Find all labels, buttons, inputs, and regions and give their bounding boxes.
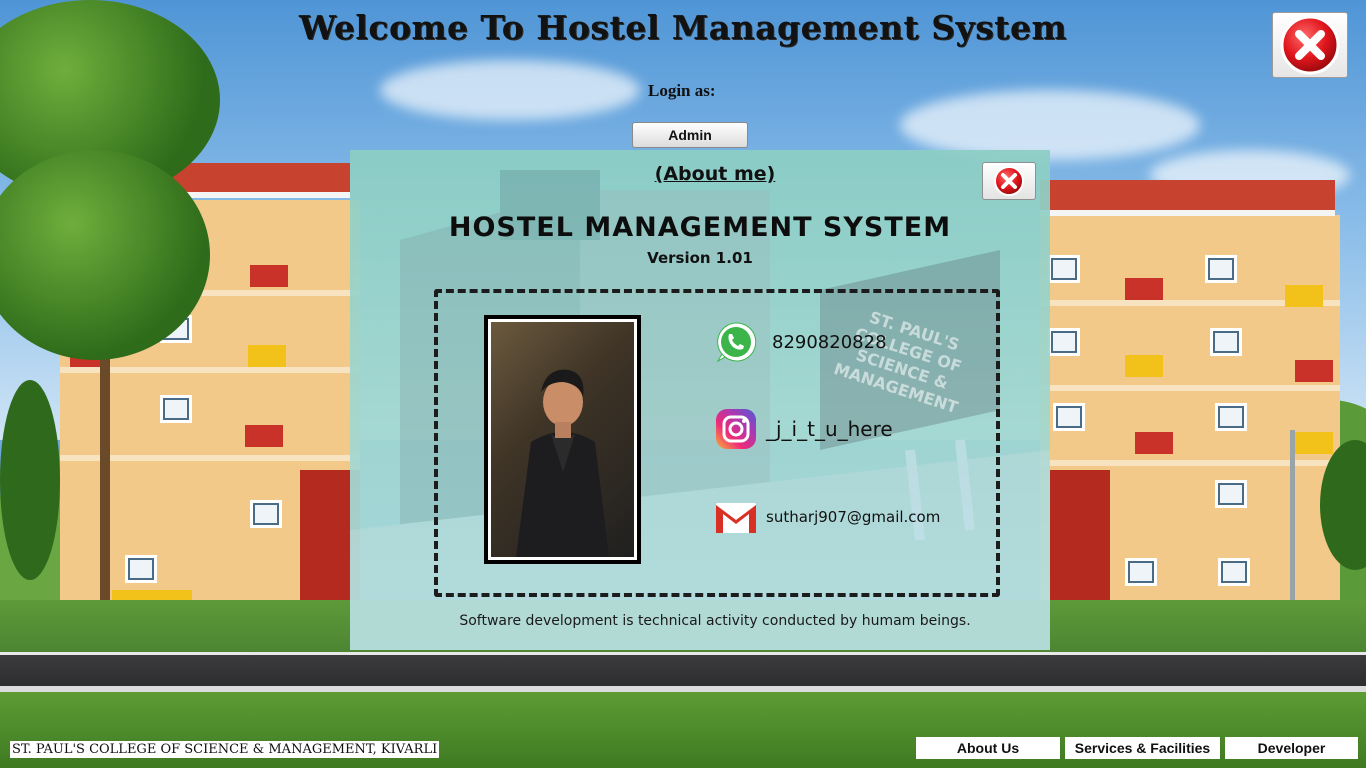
balcony bbox=[1125, 278, 1163, 300]
close-dialog-button[interactable] bbox=[982, 162, 1036, 200]
about-heading: (About me) bbox=[654, 163, 776, 185]
college-name: ST. PAUL'S COLLEGE OF SCIENCE & MANAGEME… bbox=[10, 741, 440, 758]
whatsapp-icon bbox=[716, 322, 757, 363]
window bbox=[250, 500, 282, 528]
window bbox=[1210, 328, 1242, 356]
cloud bbox=[380, 60, 640, 120]
balcony bbox=[1135, 432, 1173, 454]
close-icon bbox=[994, 166, 1024, 196]
services-facilities-button[interactable]: Services & Facilities bbox=[1065, 737, 1220, 759]
window bbox=[125, 555, 157, 583]
gmail-icon bbox=[716, 503, 756, 533]
version-label: Version 1.01 bbox=[647, 249, 753, 267]
developer-photo bbox=[484, 315, 641, 564]
photo-image bbox=[488, 319, 637, 560]
login-label: Login as: bbox=[648, 81, 716, 100]
balcony bbox=[1295, 360, 1333, 382]
close-app-button[interactable] bbox=[1272, 12, 1348, 78]
window bbox=[160, 395, 192, 423]
person-silhouette bbox=[516, 369, 609, 557]
close-icon bbox=[1280, 15, 1340, 75]
roof bbox=[1040, 180, 1335, 212]
window bbox=[1125, 558, 1157, 586]
instagram-handle: _j_i_t_u_here bbox=[766, 417, 893, 441]
tree bbox=[0, 380, 60, 580]
whatsapp-number: 8290820828 bbox=[772, 331, 887, 353]
balcony bbox=[250, 265, 288, 287]
admin-login-button[interactable]: Admin bbox=[632, 122, 748, 148]
whatsapp-contact: 8290820828 bbox=[714, 320, 887, 364]
app-name: HOSTEL MANAGEMENT SYSTEM bbox=[448, 212, 952, 243]
instagram-contact: _j_i_t_u_here bbox=[714, 407, 893, 451]
roof-trim bbox=[1040, 210, 1335, 216]
window bbox=[1218, 558, 1250, 586]
balcony bbox=[1125, 355, 1163, 377]
tagline-quote: Software development is technical activi… bbox=[459, 613, 971, 629]
developer-button[interactable]: Developer bbox=[1225, 737, 1358, 759]
balcony bbox=[245, 425, 283, 447]
window bbox=[1048, 328, 1080, 356]
balcony bbox=[1285, 285, 1323, 307]
gmail-contact: sutharj907@gmail.com bbox=[714, 499, 940, 535]
balcony bbox=[1295, 432, 1333, 454]
balcony bbox=[248, 345, 286, 367]
instagram-icon bbox=[716, 409, 756, 449]
floor-line bbox=[1040, 460, 1340, 466]
window bbox=[1048, 255, 1080, 283]
page-title: Welcome To Hostel Management System bbox=[299, 8, 1067, 47]
window bbox=[1215, 403, 1247, 431]
floor-line bbox=[1040, 385, 1340, 391]
about-us-button[interactable]: About Us bbox=[916, 737, 1060, 759]
gmail-address: sutharj907@gmail.com bbox=[766, 508, 941, 526]
window bbox=[1053, 403, 1085, 431]
window bbox=[1215, 480, 1247, 508]
about-dialog: ST. PAUL'S COLLEGE OF SCIENCE & MANAGEME… bbox=[350, 150, 1050, 650]
window bbox=[1205, 255, 1237, 283]
